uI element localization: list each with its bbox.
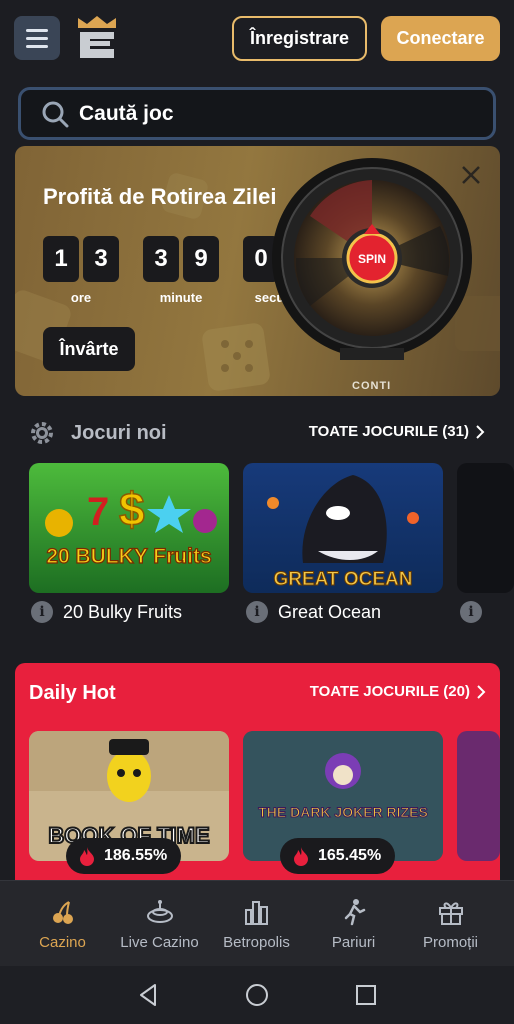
menu-line	[26, 44, 48, 48]
recents-icon[interactable]	[353, 982, 379, 1008]
svg-text:$: $	[119, 483, 145, 535]
promo-title: Profită de Rotirea Zilei	[43, 184, 277, 209]
daily-hot-header: Daily Hot TOATE JOCURILE (20)	[29, 678, 486, 708]
gear-icon	[31, 422, 53, 444]
rtp-badge: 165.45%	[280, 838, 396, 874]
bottom-navigation: Cazino Live Cazino Betropolis Pariuri Pr…	[0, 880, 514, 966]
game-art-title: THE DARK JOKER RIZES	[258, 804, 428, 820]
menu-line	[26, 28, 48, 32]
nav-label: Live Cazino	[120, 933, 199, 951]
timer-label: minute	[159, 290, 203, 305]
search-placeholder: Caută joc	[79, 101, 174, 125]
game-name: 20 Bulky Fruits	[63, 601, 183, 622]
game-art-title: 20 BULKY Fruits	[46, 545, 211, 568]
back-icon[interactable]	[135, 982, 161, 1008]
game-title-row[interactable]: i Great Ocean	[246, 601, 381, 623]
spin-wheel[interactable]: SPIN	[270, 156, 475, 361]
timer-digit: 1	[43, 236, 79, 282]
cherries-icon	[52, 900, 73, 924]
gift-icon	[438, 901, 463, 925]
game-art-title: GREAT OCEAN	[274, 569, 413, 590]
nav-label: Pariuri	[331, 933, 376, 951]
spin-label: SPIN	[358, 252, 386, 266]
menu-line	[26, 36, 48, 40]
info-icon[interactable]: i	[31, 601, 53, 623]
nav-label: Betropolis	[223, 933, 290, 951]
nav-label: Promoții	[422, 933, 478, 951]
game-thumbnail: 7 $ 20 BULKY Fruits	[29, 463, 229, 593]
spin-now-button[interactable]: Învârte	[43, 327, 135, 371]
timer-hours: 1 3 ore	[43, 236, 119, 305]
search-icon	[42, 101, 69, 127]
svg-text:7: 7	[87, 490, 109, 534]
nav-item-betropolis[interactable]: Betropolis	[205, 881, 308, 967]
nav-item-cazino[interactable]: Cazino	[11, 881, 114, 967]
game-card-partial[interactable]	[457, 463, 514, 593]
timer-minutes: 3 9 minute	[143, 236, 219, 305]
see-all-label: TOATE JOCURILE (20)	[309, 683, 470, 700]
info-icon[interactable]: i	[460, 601, 482, 623]
rtp-value: 165.45%	[318, 847, 382, 864]
roulette-icon	[146, 899, 173, 923]
chevron-right-icon	[476, 424, 485, 439]
see-all-label: TOATE JOCURILE (31)	[308, 423, 469, 440]
crown-logo-icon[interactable]	[74, 14, 120, 60]
game-card-great-ocean[interactable]: GREAT OCEAN	[243, 463, 443, 593]
see-all-new-games-link[interactable]: TOATE JOCURILE (31)	[309, 423, 485, 440]
system-navigation-bar	[0, 966, 514, 1024]
daily-spin-banner: Profită de Rotirea Zilei 1 3 ore 3 9 min…	[15, 146, 500, 396]
city-icon	[244, 900, 268, 925]
see-all-daily-hot-link[interactable]: TOATE JOCURILE (20)	[310, 683, 486, 700]
close-icon[interactable]	[458, 162, 484, 188]
fire-icon	[294, 847, 308, 866]
daily-hot-section: Daily Hot TOATE JOCURILE (20) BOOK OF TI…	[15, 663, 500, 903]
timer-digit: 9	[183, 236, 219, 282]
game-title-row-partial[interactable]: i	[460, 601, 482, 623]
rtp-value: 186.55%	[104, 847, 168, 864]
nav-label: Cazino	[39, 933, 86, 951]
register-button[interactable]: Înregistrare	[232, 16, 367, 61]
login-button[interactable]: Conectare	[381, 16, 500, 61]
section-title: Daily Hot	[29, 681, 116, 704]
chevron-right-icon	[477, 684, 486, 699]
timer-label: ore	[70, 290, 92, 305]
game-card-partial[interactable]	[457, 731, 500, 861]
app-header: Înregistrare Conectare	[0, 0, 514, 78]
fire-icon	[80, 847, 94, 866]
game-card-bulky-fruits[interactable]: 7 $ 20 BULKY Fruits	[29, 463, 229, 593]
nav-item-promotii[interactable]: Promoții	[399, 881, 502, 967]
rtp-badge: 186.55%	[66, 838, 182, 874]
brand-label: CONTI	[352, 380, 392, 392]
game-thumbnail: GREAT OCEAN	[243, 463, 443, 593]
runner-icon	[344, 898, 365, 925]
nav-item-pariuri[interactable]: Pariuri	[302, 881, 405, 967]
timer-digit: 3	[83, 236, 119, 282]
search-input[interactable]: Caută joc	[18, 87, 496, 140]
hamburger-menu-button[interactable]	[14, 16, 60, 60]
new-games-header: Jocuri noi TOATE JOCURILE (31)	[29, 418, 485, 448]
game-name: Great Ocean	[278, 601, 382, 622]
game-title-row[interactable]: i 20 Bulky Fruits	[31, 601, 182, 623]
info-icon[interactable]: i	[246, 601, 268, 623]
section-title: Jocuri noi	[71, 421, 167, 444]
nav-item-live-cazino[interactable]: Live Cazino	[108, 881, 211, 967]
home-icon[interactable]	[244, 982, 270, 1008]
timer-digit: 3	[143, 236, 179, 282]
